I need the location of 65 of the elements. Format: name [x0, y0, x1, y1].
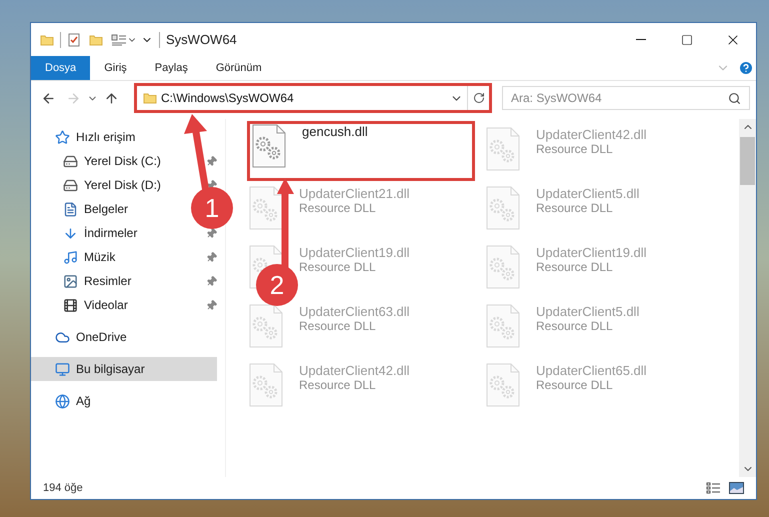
picture-icon [63, 274, 78, 288]
gear-file-icon [486, 186, 520, 230]
drive-icon [63, 178, 78, 192]
folder-icon [143, 91, 157, 105]
gear-file-icon [486, 245, 520, 289]
star-icon [55, 130, 70, 144]
monitor-icon [55, 362, 70, 376]
gear-file-icon [249, 304, 283, 348]
address-path: C:\Windows\SysWOW64 [161, 90, 294, 107]
properties-icon [111, 32, 127, 46]
drive-icon [63, 154, 78, 168]
scrollbar[interactable] [739, 119, 756, 477]
search-input[interactable]: Ara: SysWOW64 [511, 89, 728, 107]
file-type: Resource DLL [536, 260, 614, 274]
window-title: SysWOW64 [166, 30, 237, 49]
scroll-thumb[interactable] [740, 137, 755, 185]
file-type: Resource DLL [536, 319, 614, 333]
gear-file-icon [486, 127, 520, 171]
gear-file-icon [486, 304, 520, 348]
file-type: Resource DLL [299, 378, 377, 392]
details-view-icon[interactable] [706, 482, 721, 494]
down-arrow-icon [63, 226, 78, 240]
sidebar-item[interactable]: Bu bilgisayar [31, 357, 217, 381]
sidebar-item[interactable]: Yerel Disk (D:) [63, 173, 161, 197]
file-type: Resource DLL [299, 201, 377, 215]
file-type: Resource DLL [536, 378, 614, 392]
checkmark-document-icon [67, 32, 81, 46]
sidebar-item[interactable]: Resimler [63, 269, 132, 293]
folder-icon [40, 32, 54, 46]
search-field[interactable]: Ara: SysWOW64 [502, 86, 750, 110]
sidebar-item[interactable]: OneDrive [55, 325, 127, 349]
file-type: Resource DLL [536, 142, 614, 156]
folder-icon [89, 32, 103, 46]
ribbon-tab[interactable]: Paylaş [140, 56, 202, 80]
sidebar-item[interactable]: İndirmeler [63, 221, 138, 245]
address-field[interactable]: C:\Windows\SysWOW64 [134, 83, 492, 113]
gear-file-icon [486, 363, 520, 407]
search-icon[interactable] [728, 92, 741, 104]
refresh-icon [472, 92, 484, 104]
help-icon[interactable] [738, 60, 754, 76]
sidebar-item[interactable]: Müzik [63, 245, 116, 269]
maximize-icon [681, 34, 693, 46]
file-type: Resource DLL [299, 319, 377, 333]
sidebar-item[interactable]: Videolar [63, 293, 128, 317]
file-type: Resource DLL [536, 201, 614, 215]
ribbon-tab[interactable]: Dosya [31, 56, 90, 80]
sidebar-item[interactable]: Ağ [55, 389, 91, 413]
sidebar-item[interactable]: Belgeler [63, 197, 128, 221]
ribbon-tab[interactable]: Görünüm [202, 56, 276, 80]
ribbon-tab[interactable]: Giriş [90, 56, 141, 80]
music-note-icon [63, 250, 78, 264]
large-icons-view-icon[interactable] [729, 482, 744, 494]
file-type: Resource DLL [299, 260, 377, 274]
item-count: 194 öğe [43, 480, 83, 496]
sidebar-item[interactable]: Yerel Disk (C:) [63, 149, 161, 173]
file-name[interactable]: gencush.dll [302, 124, 368, 139]
gear-file-icon [249, 186, 283, 230]
document-icon [63, 202, 78, 216]
network-icon [55, 394, 70, 408]
gear-file-icon [249, 363, 283, 407]
minimize-icon [636, 39, 646, 40]
gear-file-icon [252, 124, 286, 168]
film-icon [63, 298, 78, 312]
cloud-icon [55, 330, 70, 344]
sidebar-item[interactable]: Hızlı erişim [55, 125, 136, 149]
